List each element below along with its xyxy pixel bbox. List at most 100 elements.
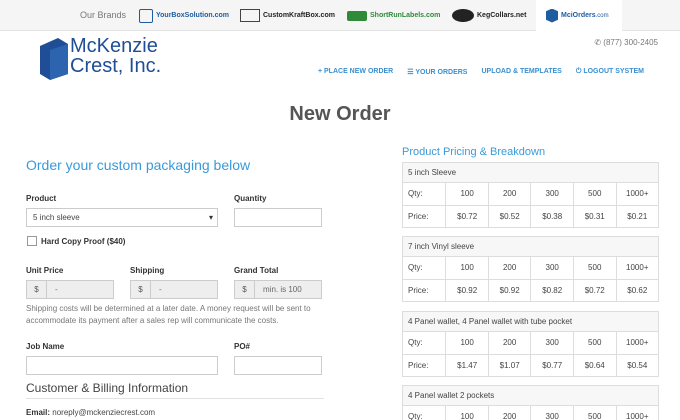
pricing-table-name: 4 Panel wallet 2 pockets [403, 386, 658, 406]
shipping-note: Shipping costs will be determined at a l… [26, 304, 311, 325]
price-cell: $0.21 [615, 206, 659, 227]
brand-link-yourboxsolution[interactable]: YourBoxSolution.com [139, 7, 229, 24]
billing-section-title: Customer & Billing Information [26, 381, 189, 395]
qty-label: Qty: [408, 263, 423, 272]
qty-cell: 300 [530, 406, 573, 420]
order-section-title: Order your custom packaging below [26, 157, 251, 173]
po-label: PO# [234, 342, 251, 351]
qty-row: Qty: 100 200 300 500 1000+ [403, 257, 658, 279]
quantity-input[interactable] [234, 208, 322, 227]
qty-cell: 500 [572, 257, 616, 279]
nav-label: LOGOUT SYSTEM [583, 68, 644, 75]
price-cell: $0.64 [572, 355, 616, 376]
price-cell: $0.77 [530, 355, 573, 376]
qty-cell: 1000+ [615, 406, 659, 420]
unit-price-field: $ - [26, 280, 114, 299]
main-nav: + PLACE NEW ORDER ☰ YOUR ORDERS UPLOAD &… [318, 68, 644, 76]
product-select-value: 5 inch sleeve [33, 213, 80, 222]
price-cell: $0.54 [615, 355, 659, 376]
job-name-input[interactable] [26, 356, 218, 375]
phone-icon: ✆ [594, 38, 602, 47]
qty-cell: 200 [487, 406, 531, 420]
dollar-addon: $ [131, 281, 151, 298]
logo-line2: Crest, Inc. [70, 55, 162, 77]
customkraftbox-logo-icon [240, 9, 260, 22]
logo-line1: McKenzie [70, 35, 158, 57]
nav-place-new-order[interactable]: + PLACE NEW ORDER [318, 68, 393, 76]
quantity-label: Quantity [234, 194, 267, 203]
product-select[interactable]: 5 inch sleeve [26, 208, 218, 227]
qty-cell: 1000+ [615, 257, 659, 279]
dollar-addon: $ [235, 281, 255, 298]
brand-link-shortrunlabels[interactable]: ShortRunLabels.com [347, 7, 440, 24]
price-row: Price: $1.47 $1.07 $0.77 $0.64 $0.54 [403, 354, 658, 376]
pricing-table: 4 Panel wallet, 4 Panel wallet with tube… [402, 311, 659, 377]
pricing-table-name: 7 inch Vinyl sleeve [403, 237, 658, 257]
brand-link-customkraftbox[interactable]: CustomKraftBox.com [240, 7, 335, 24]
pricing-table: 7 inch Vinyl sleeve Qty: 100 200 300 500… [402, 236, 659, 302]
nav-logout[interactable]: ⏻ LOGOUT SYSTEM [576, 68, 644, 76]
grand-total-label: Grand Total [234, 266, 279, 275]
price-cell: $0.92 [487, 280, 531, 301]
price-label: Price: [408, 361, 429, 370]
price-row: Price: $0.92 $0.92 $0.82 $0.72 $0.62 [403, 279, 658, 301]
pricing-table: 4 Panel wallet 2 pockets Qty: 100 200 30… [402, 385, 659, 420]
brand-name: KegCollars.net [477, 12, 527, 19]
qty-cell: 300 [530, 257, 573, 279]
nav-your-orders[interactable]: ☰ YOUR ORDERS [407, 68, 467, 76]
grand-total-field: $ min. is 100 [234, 280, 322, 299]
qty-label: Qty: [408, 412, 423, 420]
hard-copy-checkbox[interactable] [27, 236, 37, 246]
qty-cell: 200 [487, 183, 531, 205]
nav-label: YOUR ORDERS [415, 69, 468, 76]
po-input[interactable] [234, 356, 322, 375]
shipping-value: - [151, 281, 217, 298]
nav-label: PLACE NEW ORDER [324, 68, 394, 75]
qty-row: Qty: 100 200 300 500 1000+ [403, 183, 658, 205]
product-label: Product [26, 194, 57, 203]
qty-row: Qty: 100 200 300 500 1000+ [403, 406, 658, 420]
price-cell: $0.72 [445, 206, 488, 227]
grand-total-value: min. is 100 [255, 281, 321, 298]
billing-divider [26, 398, 324, 399]
email-value: noreply@mckenziecrest.com [52, 408, 156, 417]
brand-name: ShortRunLabels.com [370, 12, 441, 19]
price-cell: $0.38 [530, 206, 573, 227]
shipping-label: Shipping [130, 266, 165, 275]
pricing-table-name: 4 Panel wallet, 4 Panel wallet with tube… [403, 312, 658, 332]
price-cell: $1.47 [445, 355, 488, 376]
yourboxsolution-logo-icon [139, 8, 153, 23]
pricing-title: Product Pricing & Breakdown [402, 146, 546, 158]
price-cell: $1.07 [487, 355, 531, 376]
pricing-table-name: 5 inch Sleeve [403, 163, 658, 183]
price-cell: $0.31 [572, 206, 616, 227]
unit-price-value: - [47, 281, 113, 298]
brand-suffix: .com [595, 12, 609, 19]
brands-bar: Our Brands YourBoxSolution.com CustomKra… [0, 0, 680, 31]
price-cell: $0.82 [530, 280, 573, 301]
hard-copy-label: Hard Copy Proof ($40) [41, 237, 126, 246]
qty-row: Qty: 100 200 300 500 1000+ [403, 332, 658, 354]
nav-upload-templates[interactable]: UPLOAD & TEMPLATES [481, 68, 561, 76]
qty-cell: 100 [445, 183, 488, 205]
brand-link-mciorders[interactable]: MciOrders .com [546, 7, 609, 24]
brand-name: MciOrders [561, 12, 596, 19]
unit-price-label: Unit Price [26, 266, 64, 275]
qty-cell: 1000+ [615, 183, 659, 205]
price-cell: $0.52 [487, 206, 531, 227]
price-cell: $0.92 [445, 280, 488, 301]
mciorders-logo-icon [546, 8, 558, 23]
qty-cell: 200 [487, 332, 531, 354]
email-label: Email: [26, 408, 51, 417]
qty-cell: 200 [487, 257, 531, 279]
qty-cell: 500 [572, 183, 616, 205]
price-label: Price: [408, 286, 429, 295]
shortrunlabels-logo-icon [347, 10, 367, 21]
shipping-field: $ - [130, 280, 218, 299]
brand-link-kegcollars[interactable]: KegCollars.net [452, 7, 526, 24]
kegcollars-logo-icon [452, 9, 474, 22]
job-name-label: Job Name [26, 342, 65, 351]
price-cell: $0.62 [615, 280, 659, 301]
qty-label: Qty: [408, 189, 423, 198]
brand-name: YourBoxSolution.com [156, 12, 229, 19]
